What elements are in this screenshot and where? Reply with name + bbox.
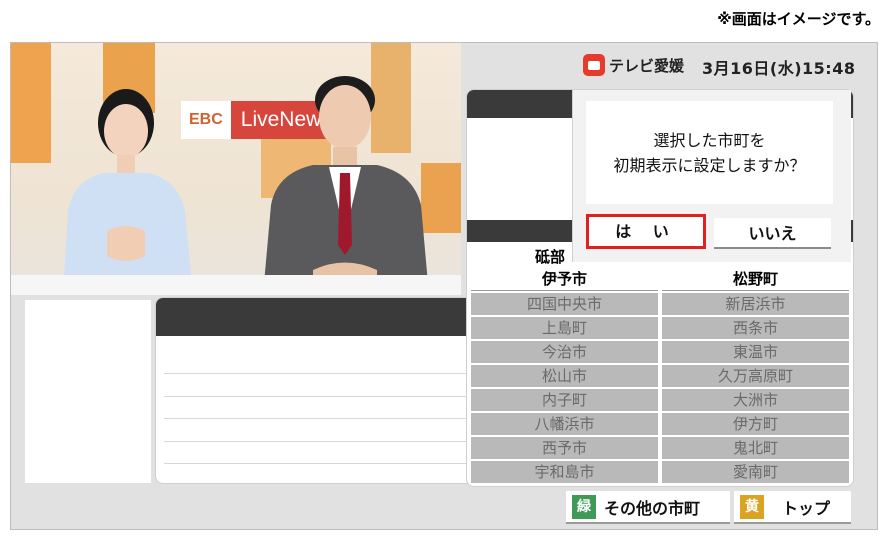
news-divider (164, 463, 468, 464)
green-key-badge: 緑 (572, 494, 596, 519)
channel-name: テレビ愛媛 (609, 56, 685, 75)
channel-logo: テレビ愛媛 (583, 54, 684, 76)
datetime-display: 3月16日(水)15:48 (702, 59, 856, 78)
city-cell[interactable]: 久万高原町 (662, 365, 849, 387)
info-box (25, 300, 151, 483)
yes-button[interactable]: は い (586, 214, 706, 249)
city-cell[interactable]: 西条市 (662, 317, 849, 339)
news-divider (164, 373, 468, 374)
city-cell[interactable]: 上島町 (471, 317, 658, 339)
news-panel (155, 297, 477, 484)
city-cell[interactable]: 内子町 (471, 389, 658, 411)
top-button[interactable]: 黄 トップ (734, 491, 851, 524)
anchor-man (263, 76, 429, 295)
anchor-woman (63, 89, 193, 295)
city-cell[interactable]: 西予市 (471, 437, 658, 459)
city-partial-label: 砥部 (535, 248, 566, 266)
other-cities-label: その他の市町 (604, 498, 701, 518)
news-panel-header (156, 298, 476, 336)
city-cell[interactable]: 四国中央市 (471, 293, 658, 315)
city-cell[interactable]: 伊方町 (662, 413, 849, 435)
tv-logo-icon (583, 54, 605, 76)
city-cell-selected[interactable]: 伊予市 (471, 268, 658, 291)
dialog-message-line2: 初期表示に設定しますか？ (613, 155, 806, 175)
live-video: EBC LiveNews (11, 43, 461, 295)
city-cell-selected[interactable]: 松野町 (662, 268, 849, 291)
dialog-message: 選択した市町を 初期表示に設定しますか？ (586, 101, 833, 204)
city-cell[interactable]: 松山市 (471, 365, 658, 387)
city-cell[interactable]: 新居浜市 (662, 293, 849, 315)
image-note: ※画面はイメージです。 (717, 10, 880, 28)
city-cell[interactable]: 大洲市 (662, 389, 849, 411)
city-cell[interactable]: 愛南町 (662, 461, 849, 483)
top-label: トップ (782, 498, 831, 518)
news-divider (164, 441, 468, 442)
no-button[interactable]: いいえ (714, 218, 831, 249)
dialog-message-line1: 選択した市町を (653, 130, 766, 150)
city-cell[interactable]: 八幡浜市 (471, 413, 658, 435)
city-cell[interactable]: 宇和島市 (471, 461, 658, 483)
city-cell[interactable]: 東温市 (662, 341, 849, 363)
other-cities-button[interactable]: 緑 その他の市町 (566, 491, 730, 524)
news-divider (164, 396, 468, 397)
news-divider (164, 418, 468, 419)
city-cell[interactable]: 鬼北町 (662, 437, 849, 459)
city-cell[interactable]: 今治市 (471, 341, 658, 363)
news-desk (11, 275, 461, 295)
yellow-key-badge: 黄 (740, 494, 764, 519)
